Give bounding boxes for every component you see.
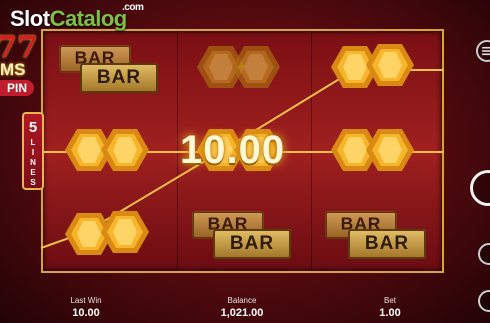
balance-label: Balance	[227, 296, 257, 305]
bet-display[interactable]: Bet 1.00	[365, 296, 415, 320]
last-win-label: Last Win	[70, 296, 102, 305]
bet-label: Bet	[383, 296, 396, 305]
lines-word: LINES	[28, 138, 38, 188]
watermark-slot: Slot	[10, 6, 50, 31]
reel-divider	[177, 31, 178, 271]
bar-symbol: BAR	[348, 229, 426, 259]
autoplay-icon[interactable]	[478, 243, 490, 265]
balance-display: Balance 1,021.00	[207, 296, 277, 320]
amber-gem-symbol	[100, 207, 150, 257]
spin-icon[interactable]	[470, 170, 490, 206]
bet-value: 1.00	[379, 307, 401, 319]
game-stage: BAR BAR BAR BAR BAR BAR 10.00 77 MS PIN …	[0, 0, 490, 323]
amber-gem-symbol	[231, 42, 281, 92]
game-logo: 77 MS PIN	[0, 30, 44, 100]
bar-symbol: BAR	[213, 229, 291, 259]
watermark-dotcom: .com	[122, 2, 144, 13]
amber-gem-symbol	[365, 125, 415, 175]
lines-count: 5	[28, 119, 38, 136]
amber-gem-symbol	[100, 125, 150, 175]
watermark-catalog: Catalog	[49, 6, 128, 31]
bar-symbol: BAR	[80, 63, 158, 93]
amber-gem-symbol	[365, 40, 415, 90]
last-win-display: Last Win 10.00	[56, 296, 116, 320]
logo-title-fragment: MS	[0, 60, 26, 79]
menu-icon[interactable]	[476, 40, 490, 62]
logo-spin-fragment: PIN	[0, 80, 34, 96]
last-win-value: 10.00	[72, 307, 100, 319]
lines-badge: 5 LINES	[22, 112, 44, 190]
reel-divider	[311, 31, 312, 271]
balance-value: 1,021.00	[220, 307, 264, 319]
settings-icon[interactable]	[478, 290, 490, 312]
slotcatalog-watermark: SlotCatalog .com	[10, 2, 144, 32]
win-amount: 10.00	[180, 128, 286, 172]
